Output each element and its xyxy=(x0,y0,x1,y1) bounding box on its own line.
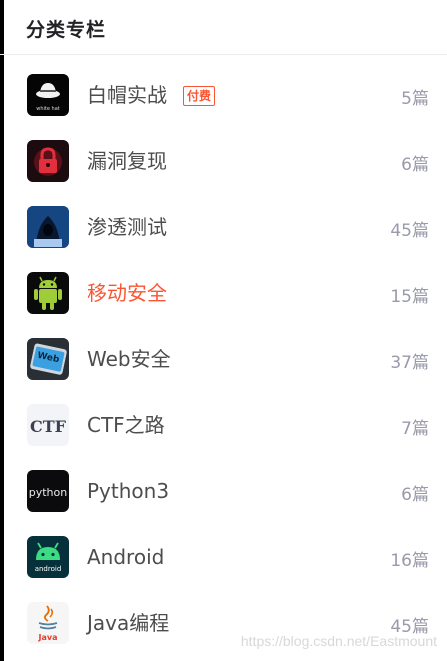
android-robot-icon xyxy=(27,272,69,314)
column-name: 移动安全 xyxy=(87,281,167,305)
category-header: 分类专栏 xyxy=(0,0,447,55)
column-name: 渗透测试 xyxy=(87,215,167,239)
column-name: Java编程 xyxy=(87,611,170,635)
java-logo-icon: Java xyxy=(27,602,69,644)
article-count: 15篇 xyxy=(390,287,429,307)
article-count: 6篇 xyxy=(401,155,429,175)
column-item-vuln-reproduce[interactable]: 漏洞复现 6篇 xyxy=(0,121,447,187)
article-count: 45篇 xyxy=(390,221,429,241)
web-security-key-icon: Web xyxy=(27,338,69,380)
column-name: 白帽实战 xyxy=(87,83,167,107)
java-text: Java xyxy=(38,633,58,642)
category-title: 分类专栏 xyxy=(26,19,107,41)
ctf-logo-icon: CTF xyxy=(27,404,69,446)
column-item-white-hat[interactable]: white hat 白帽实战 付费 5篇 xyxy=(0,55,447,121)
white-hat-text: white hat xyxy=(36,106,60,112)
column-name: CTF之路 xyxy=(87,413,165,437)
column-item-android[interactable]: android Android 16篇 xyxy=(0,517,447,583)
ctf-text: CTF xyxy=(30,417,67,436)
hooded-hacker-icon xyxy=(27,206,69,248)
category-list: white hat 白帽实战 付费 5篇 漏洞复现 6篇 渗透测试 45篇 移动… xyxy=(0,55,447,649)
column-item-python3[interactable]: python Python3 6篇 xyxy=(0,451,447,517)
article-count: 37篇 xyxy=(390,353,429,373)
python-text: python xyxy=(29,486,68,499)
android-text: android xyxy=(35,565,62,573)
column-item-mobile-security[interactable]: 移动安全 15篇 xyxy=(0,253,447,319)
python-logo-icon: python xyxy=(27,470,69,512)
column-item-web-security[interactable]: Web Web安全 37篇 xyxy=(0,319,447,385)
article-count: 5篇 xyxy=(401,89,429,109)
paid-badge: 付费 xyxy=(183,86,216,106)
android-logo-icon: android xyxy=(27,536,69,578)
article-count: 16篇 xyxy=(390,551,429,571)
watermark: https://blog.csdn.net/Eastmount xyxy=(240,633,437,649)
column-name: Android xyxy=(87,545,165,569)
white-hat-logo-icon: white hat xyxy=(27,74,69,116)
column-item-ctf[interactable]: CTF CTF之路 7篇 xyxy=(0,385,447,451)
column-name: Python3 xyxy=(87,479,170,503)
red-lock-icon xyxy=(27,140,69,182)
column-name: Web安全 xyxy=(87,347,171,371)
column-item-penetration-test[interactable]: 渗透测试 45篇 xyxy=(0,187,447,253)
article-count: 7篇 xyxy=(401,419,429,439)
column-name: 漏洞复现 xyxy=(87,149,167,173)
article-count: 6篇 xyxy=(401,485,429,505)
